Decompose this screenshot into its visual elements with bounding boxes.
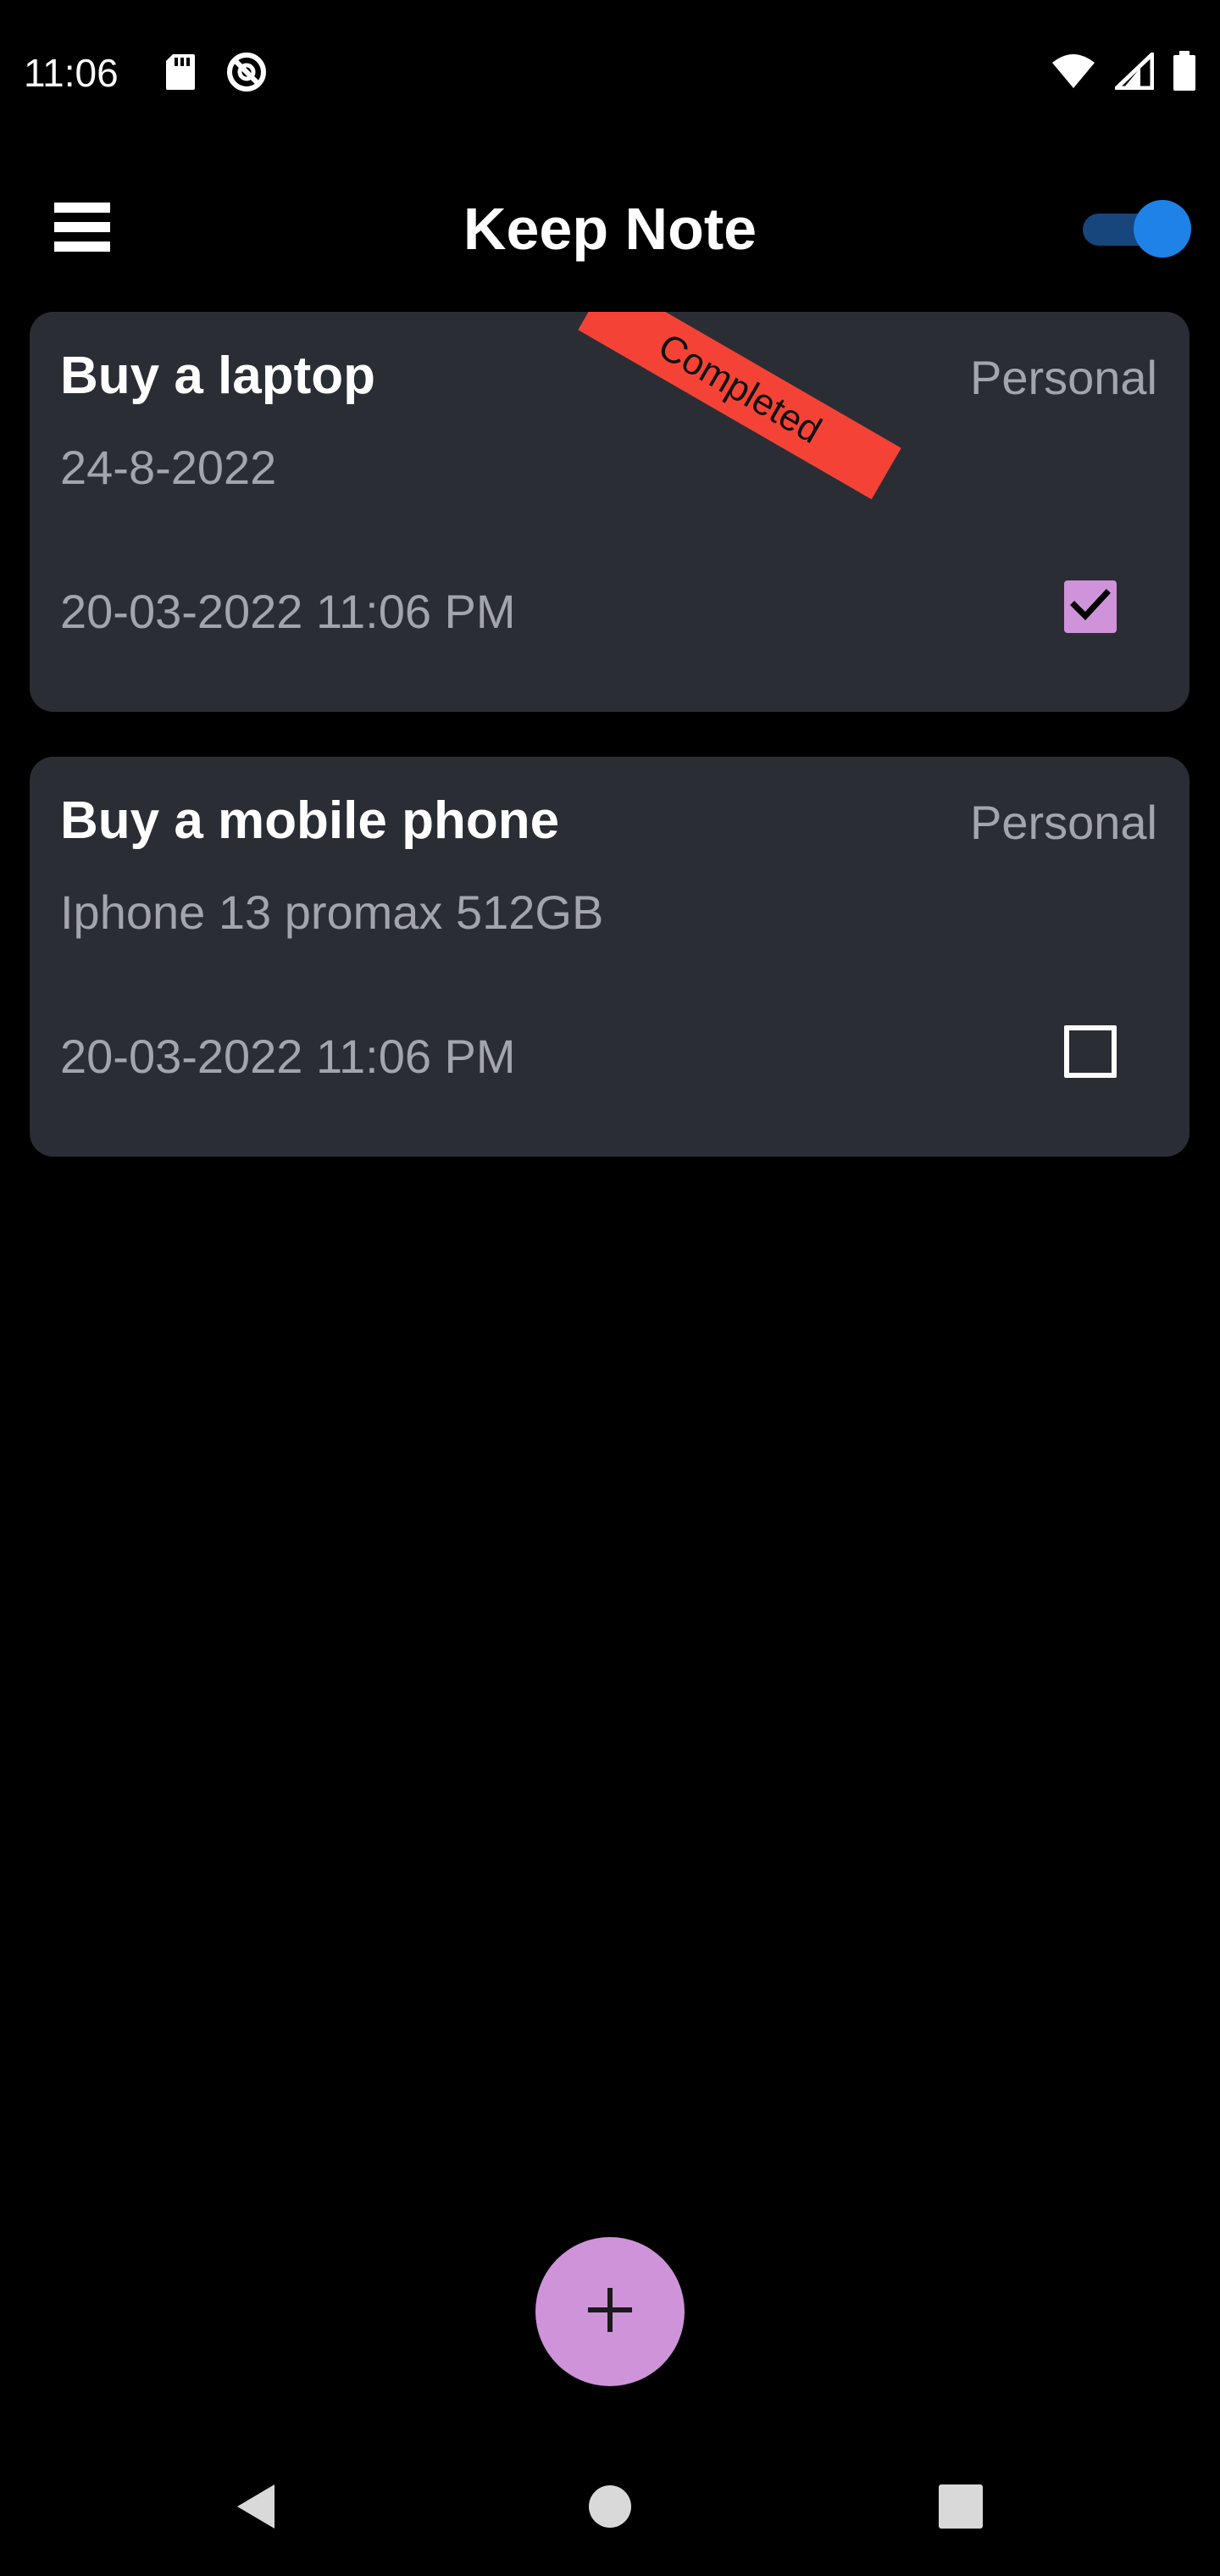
- note-date: 20-03-2022 11:06 PM: [60, 1030, 516, 1083]
- note-description: 24-8-2022: [60, 441, 277, 494]
- status-left-icons: [164, 51, 268, 97]
- note-title: Buy a mobile phone: [60, 791, 560, 850]
- status-right-icons: [1051, 51, 1196, 96]
- note-card[interactable]: Buy a mobile phone Personal Iphone 13 pr…: [30, 757, 1190, 1157]
- note-category: Personal: [969, 796, 1157, 849]
- app-bar: Keep Note: [0, 169, 1220, 288]
- page-title: Keep Note: [463, 196, 757, 262]
- battery-icon: [1173, 51, 1196, 96]
- note-date: 20-03-2022 11:06 PM: [60, 585, 516, 638]
- nav-home-button[interactable]: [568, 2466, 652, 2551]
- cell-signal-icon: [1114, 52, 1155, 94]
- theme-toggle[interactable]: [1083, 200, 1191, 258]
- recents-icon: [937, 2483, 984, 2534]
- back-icon: [232, 2481, 280, 2536]
- sd-card-icon: [164, 53, 197, 96]
- check-icon: [1070, 588, 1111, 626]
- add-note-button[interactable]: [535, 2237, 685, 2386]
- note-complete-checkbox[interactable]: [1064, 1025, 1117, 1078]
- nav-recents-button[interactable]: [918, 2466, 1003, 2551]
- home-icon: [586, 2483, 634, 2534]
- system-nav-bar: [0, 2440, 1220, 2576]
- do-not-disturb-icon: [225, 51, 268, 97]
- nav-back-button[interactable]: [214, 2466, 298, 2551]
- note-category: Personal: [969, 351, 1157, 404]
- note-description: Iphone 13 promax 512GB: [60, 886, 604, 939]
- wifi-icon: [1051, 53, 1096, 94]
- completed-ribbon: Completed: [578, 312, 901, 500]
- status-bar: 11:06: [0, 0, 1220, 144]
- status-time: 11:06: [24, 51, 119, 95]
- plus-icon: [586, 2286, 634, 2338]
- note-complete-checkbox[interactable]: [1064, 580, 1117, 633]
- note-title: Buy a laptop: [60, 347, 376, 405]
- toggle-thumb: [1134, 200, 1191, 258]
- note-card[interactable]: Completed Buy a laptop Personal 24-8-202…: [30, 312, 1190, 712]
